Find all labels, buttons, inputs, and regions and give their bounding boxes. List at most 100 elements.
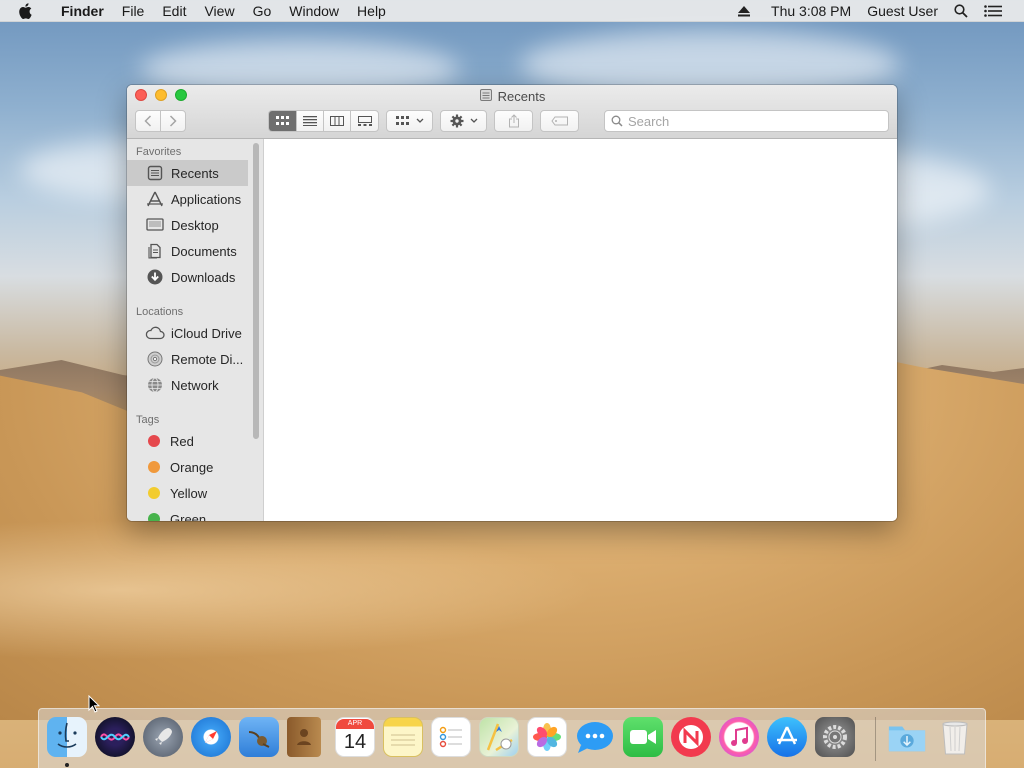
dock-separator [875,717,876,761]
siri-icon[interactable] [95,717,135,757]
gallery-view-button[interactable] [351,111,378,131]
group-by-button[interactable] [386,110,433,132]
sidebar-item-label: Applications [171,191,242,207]
sidebar-item-label: Yellow [170,485,208,501]
downloads-icon [145,268,165,286]
notification-center-icon[interactable] [976,4,1024,17]
column-view-button[interactable] [324,111,351,131]
trash-icon[interactable] [935,717,975,757]
gear-icon [450,114,463,128]
tags-button[interactable] [540,110,579,132]
notes-icon[interactable] [383,717,423,757]
running-indicator [65,763,69,767]
cloud-icon [145,324,165,342]
yellow-tag-icon [148,487,160,499]
sidebar-item-icloud-drive[interactable]: iCloud Drive [127,320,248,346]
window-titlebar[interactable]: Recents [127,85,897,139]
green-tag-icon [148,513,160,521]
sidebar-item-tag-red[interactable]: Red [127,428,248,454]
mail-icon[interactable] [239,717,279,757]
share-icon [508,114,519,128]
action-menu-button[interactable] [440,110,487,132]
sidebar-heading-favorites: Favorites [136,146,182,158]
sidebar-item-downloads[interactable]: Downloads [127,264,248,290]
desktop-icon [145,216,165,234]
launchpad-icon[interactable] [143,717,183,757]
window-title-text: Recents [497,89,546,104]
sidebar-item-label: Documents [171,243,237,259]
sidebar-item-documents[interactable]: Documents [127,238,248,264]
calendar-day: 14 [343,731,367,753]
documents-icon [145,242,165,260]
finder-icon[interactable] [47,717,87,757]
orange-tag-icon [148,461,160,473]
menu-file[interactable]: File [113,3,154,19]
applications-icon [145,190,165,208]
itunes-icon[interactable] [719,717,759,757]
sidebar-item-label: Remote Di... [171,351,244,367]
menu-clock[interactable]: Thu 3:08 PM [759,3,859,19]
red-tag-icon [148,435,160,447]
back-forward-buttons [135,110,186,132]
sidebar-heading-locations: Locations [136,306,184,318]
sidebar-item-label: Green [170,511,207,522]
menu-view[interactable]: View [195,3,243,19]
news-icon[interactable] [671,717,711,757]
back-button[interactable] [136,111,161,131]
eject-icon[interactable] [729,5,759,17]
search-field[interactable] [604,110,889,132]
forward-button[interactable] [161,111,185,131]
contacts-icon[interactable] [287,717,321,757]
menu-window[interactable]: Window [280,3,348,19]
sidebar-item-label: iCloud Drive [171,325,242,341]
sidebar-item-remote-disc[interactable]: Remote Di... [127,346,248,372]
menu-bar: Finder File Edit View Go Window Help Thu… [0,0,1024,22]
toolbar [135,110,889,132]
spotlight-search-icon[interactable] [946,3,976,18]
safari-icon[interactable] [191,717,231,757]
sidebar-heading-tags: Tags [136,414,160,426]
system-preferences-icon[interactable] [815,717,855,757]
menu-finder[interactable]: Finder [52,3,113,19]
menu-user[interactable]: Guest User [859,3,946,19]
sidebar-item-desktop[interactable]: Desktop [127,212,248,238]
sidebar-item-tag-yellow[interactable]: Yellow [127,480,248,506]
chevron-down-icon [470,118,477,123]
share-button[interactable] [494,110,533,132]
calendar-month: APR [336,719,374,729]
app-store-icon[interactable] [767,717,807,757]
mouse-cursor-icon [88,694,101,718]
menu-help[interactable]: Help [348,3,395,19]
photos-icon[interactable] [527,717,567,757]
chevron-down-icon [416,118,423,123]
disc-icon [145,350,165,368]
list-view-button[interactable] [297,111,324,131]
sidebar-item-tag-green[interactable]: Green [127,506,248,521]
sidebar-item-tag-orange[interactable]: Orange [127,454,248,480]
maps-icon[interactable] [479,717,519,757]
messages-icon[interactable] [575,717,615,757]
sidebar-item-label: Orange [170,459,214,475]
sidebar-item-network[interactable]: Network [127,372,248,398]
facetime-icon[interactable] [623,717,663,757]
recents-icon [145,164,165,182]
sidebar-item-recents[interactable]: Recents [127,160,248,186]
search-input[interactable] [628,113,828,129]
dune-highlight [0,520,600,660]
sidebar-item-label: Network [171,377,219,393]
sidebar-item-applications[interactable]: Applications [127,186,248,212]
dock: APR 14 [38,708,986,768]
menu-go[interactable]: Go [244,3,281,19]
file-browser-content[interactable] [264,139,897,521]
reminders-icon[interactable] [431,717,471,757]
sidebar-item-label: Recents [171,165,219,181]
calendar-icon[interactable]: APR 14 [335,717,375,757]
tag-icon [550,116,568,126]
window-title: Recents [127,88,897,105]
network-icon [145,376,165,394]
menu-edit[interactable]: Edit [153,3,195,19]
apple-menu-icon[interactable] [18,2,40,19]
downloads-folder-icon[interactable] [887,717,927,757]
sidebar-scrollbar[interactable] [253,143,259,439]
icon-view-button[interactable] [269,111,297,131]
